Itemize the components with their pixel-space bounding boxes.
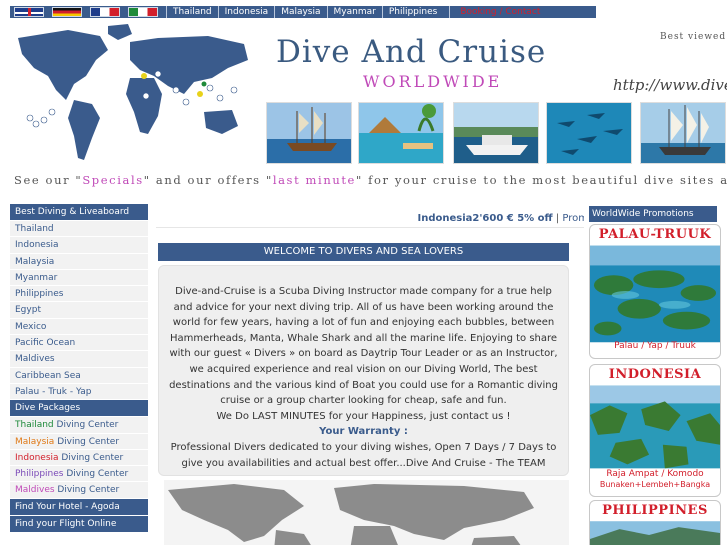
package-country: Thailand <box>15 420 54 431</box>
uk-flag-icon[interactable] <box>14 7 44 17</box>
sidebar-item-indonesia-diving-center[interactable]: Indonesia Diving Center <box>10 449 148 467</box>
ticker-text[interactable]: Indonesia2'600 € 5% off <box>418 213 553 224</box>
banner-photo-resort <box>358 102 444 164</box>
sidebar-item-thailand[interactable]: Thailand <box>10 221 148 238</box>
nav-link-booking-contact[interactable]: Booking / Contact <box>449 6 550 18</box>
welcome-paragraph: Dive-and-Cruise is a Scuba Diving Instru… <box>169 286 558 407</box>
promo-card-philippines[interactable]: PHILIPPINES <box>589 500 721 545</box>
package-label: Diving Center <box>54 485 120 496</box>
sidebar-item-caribbean-sea[interactable]: Caribbean Sea <box>10 367 148 384</box>
tagline-text: " for your cruise to the most beautiful … <box>355 173 727 187</box>
sidebar-item-indonesia[interactable]: Indonesia <box>10 237 148 254</box>
last-minutes-line: We Do LAST MINUTES for your Happiness, j… <box>216 410 511 422</box>
sidebar-item-thailand-diving-center[interactable]: Thailand Diving Center <box>10 417 148 434</box>
banner-photo-sailing-ship <box>266 102 352 164</box>
world-map-image <box>164 480 569 545</box>
package-label: Diving Center <box>53 420 119 431</box>
sidebar-item-malaysia[interactable]: Malaysia <box>10 253 148 270</box>
promo-card-indonesia[interactable]: INDONESIA Raja Ampat / Komodo Bunaken+Le… <box>589 364 721 497</box>
package-label: Diving Center <box>58 452 124 463</box>
ticker-next[interactable]: Prom <box>562 213 584 224</box>
site-subtitle: WORLDWIDE <box>363 72 503 91</box>
page: { "colors": { "nav": "#3a5b8c", "accent"… <box>0 0 727 545</box>
france-flag-icon[interactable] <box>90 7 120 17</box>
sidebar-item-malaysia-diving-center[interactable]: Malaysia Diving Center <box>10 433 148 450</box>
nav-link-myanmar[interactable]: Myanmar <box>326 6 382 18</box>
warranty-heading: Your Warranty : <box>319 426 408 438</box>
welcome-text-box: Dive-and-Cruise is a Scuba Diving Instru… <box>158 265 569 476</box>
sidebar-item-pacific-ocean[interactable]: Pacific Ocean <box>10 335 148 352</box>
sidebar-item-philippines[interactable]: Philippines <box>10 286 148 303</box>
package-country: Maldives <box>15 485 55 496</box>
package-country: Indonesia <box>15 452 59 463</box>
italy-flag-icon[interactable] <box>128 7 158 17</box>
banner-photo-yacht <box>453 102 539 164</box>
world-map-graphic <box>18 24 248 160</box>
promo-title-indonesia: INDONESIA <box>608 367 702 382</box>
promo-title-palau: PALAU-TRUUK <box>598 227 712 242</box>
top-navigation: Thailand Indonesia Malaysia Myanmar Phil… <box>10 6 596 18</box>
germany-flag-icon[interactable] <box>52 7 82 17</box>
sidebar-head-find-flight[interactable]: Find your Flight Online <box>10 515 148 532</box>
nav-link-malaysia[interactable]: Malaysia <box>274 6 326 18</box>
site-url: http://www.dive- <box>613 76 727 94</box>
nav-link-philippines[interactable]: Philippines <box>381 6 444 18</box>
sidebar-item-palau-truk-yap[interactable]: Palau - Truk - Yap <box>10 383 148 401</box>
tagline-specials[interactable]: Specials <box>82 173 143 187</box>
promo-caption-indonesia: Raja Ampat / Komodo <box>606 469 704 479</box>
package-label: Diving Center <box>54 436 120 447</box>
promo-caption-indonesia-sites: Bunaken+Lembeh+Bangka <box>599 480 711 489</box>
tagline-text: " and our offers " <box>143 173 273 187</box>
philippines-photo <box>590 521 720 545</box>
package-label: Diving Center <box>63 469 129 480</box>
banner-photo-hammerheads <box>546 102 632 164</box>
package-country: Malaysia <box>15 436 55 447</box>
palau-islands-photo <box>590 245 720 343</box>
nav-link-thailand[interactable]: Thailand <box>166 6 218 18</box>
indonesia-islands-photo <box>590 385 720 469</box>
package-country: Philippines <box>15 469 64 480</box>
tagline-text: See our " <box>14 173 83 187</box>
promo-caption-palau: Palau / Yap / Truuk <box>614 341 696 351</box>
left-sidebar: Best Diving & Liveaboard Thailand Indone… <box>10 204 148 533</box>
sidebar-item-myanmar[interactable]: Myanmar <box>10 269 148 287</box>
sidebar-item-maldives[interactable]: Maldives <box>10 351 148 368</box>
worldwide-promotions-heading: WorldWide Promotions <box>589 206 717 222</box>
header-banner: Dive And Cruise WORLDWIDE Best viewed ht… <box>8 20 727 193</box>
banner-photo-schooner <box>640 102 726 164</box>
ticker-separator: | <box>552 213 563 224</box>
promo-ticker[interactable]: Indonesia2'600 € 5% off | Prom <box>156 210 584 228</box>
welcome-title-bar: WELCOME TO DIVERS AND SEA LOVERS <box>158 243 569 261</box>
warranty-text: Professional Divers dedicated to your di… <box>170 441 557 469</box>
sidebar-item-philippines-diving-center[interactable]: Philippines Diving Center <box>10 466 148 483</box>
nav-link-indonesia[interactable]: Indonesia <box>217 6 275 18</box>
site-title: Dive And Cruise <box>276 34 547 70</box>
sidebar-head-dive-packages[interactable]: Dive Packages <box>10 400 148 417</box>
sidebar-item-mexico[interactable]: Mexico <box>10 318 148 336</box>
sidebar-item-maldives-diving-center[interactable]: Maldives Diving Center <box>10 482 148 499</box>
best-viewed-note: Best viewed <box>660 32 727 42</box>
sidebar-head-best-diving[interactable]: Best Diving & Liveaboard <box>10 204 148 220</box>
banner-tagline: See our "Specials" and our offers "last … <box>14 173 727 187</box>
promo-card-palau[interactable]: PALAU-TRUUK Palau / Yap / Truuk <box>589 224 721 359</box>
promo-title-philippines: PHILIPPINES <box>602 503 708 518</box>
tagline-last-minute[interactable]: last minute <box>273 173 356 187</box>
sidebar-head-find-hotel[interactable]: Find Your Hotel - Agoda <box>10 498 148 515</box>
sidebar-item-egypt[interactable]: Egypt <box>10 302 148 319</box>
